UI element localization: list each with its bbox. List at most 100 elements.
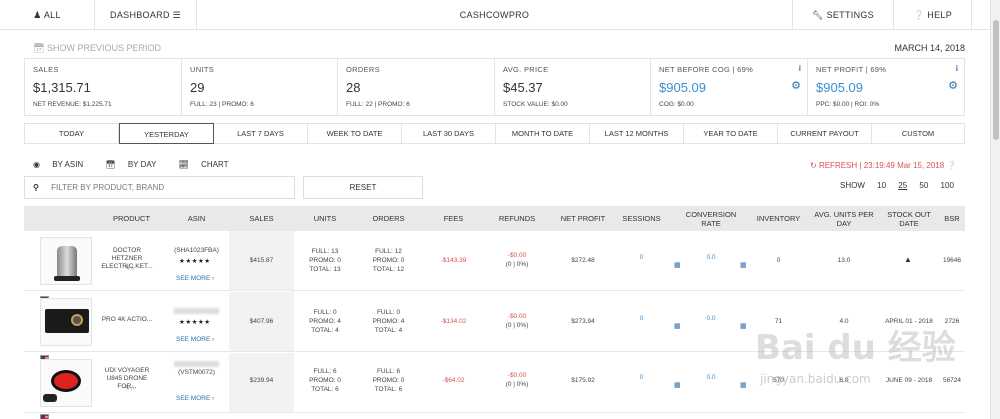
- question-circle-icon[interactable]: ❔: [946, 161, 956, 170]
- tab-last-30-days[interactable]: LAST 30 DAYS: [402, 124, 496, 143]
- metric-value: $905.09: [816, 80, 863, 95]
- top-nav-bar: ♟ ALL DASHBOARD ☰ CASHCOWPRO 🔧︎ SETTINGS…: [0, 0, 990, 30]
- help-button[interactable]: ❔ HELP: [894, 0, 972, 30]
- units-full: FULL: 0: [313, 309, 337, 316]
- product-image[interactable]: [40, 237, 92, 285]
- tab-week-to-date[interactable]: WEEK TO DATE: [308, 124, 402, 143]
- col-fees[interactable]: FEES: [421, 206, 486, 231]
- refunds-count: (0 | 0%): [505, 322, 529, 329]
- info-icon[interactable]: i: [799, 64, 801, 73]
- chart-label: CHART: [201, 160, 229, 169]
- show-previous-period-link[interactable]: 📅︎ SHOW PREVIOUS PERIOD: [33, 43, 161, 54]
- hamburger-icon: ☰: [172, 10, 181, 20]
- bsr-value: 19646: [942, 257, 962, 264]
- net-profit-value: $175.92: [571, 377, 595, 384]
- all-button[interactable]: ♟ ALL: [0, 0, 95, 30]
- vertical-scrollbar[interactable]: [990, 0, 1000, 419]
- settings-button[interactable]: 🔧︎ SETTINGS: [793, 0, 894, 30]
- calendar-icon: 📅︎: [33, 43, 45, 53]
- metric-value: $905.09: [659, 80, 706, 95]
- metric-label: NET BEFORE COG | 69%: [659, 65, 754, 74]
- tab-custom[interactable]: CUSTOM: [872, 124, 964, 143]
- sales-value: $407.96: [249, 318, 274, 325]
- col-avg-units[interactable]: AVG. UNITS PER DAY: [814, 206, 874, 231]
- page-size-100[interactable]: 100: [941, 181, 954, 190]
- orders-total: TOTAL: 4: [374, 327, 403, 334]
- metric-value: $45.37: [503, 80, 543, 95]
- product-image[interactable]: [40, 298, 92, 346]
- edit-star-icons[interactable]: ✎☆: [120, 265, 140, 273]
- net-profit-value: $273.94: [571, 318, 595, 325]
- filter-input[interactable]: ⚲ FILTER BY PRODUCT, BRAND: [24, 176, 295, 199]
- see-more-link[interactable]: SEE MORE ›: [176, 275, 214, 282]
- line-chart-icon: 📈︎: [178, 160, 189, 169]
- asin-redacted: [174, 308, 219, 314]
- units-promo: PROMO: 0: [309, 257, 341, 264]
- fees-value: -$134.02: [440, 318, 467, 325]
- refunds-count: (0 | 0%): [505, 381, 529, 388]
- units-total: TOTAL: 13: [309, 266, 341, 273]
- col-conversion-rate[interactable]: CONVERSION RATE: [676, 206, 746, 231]
- page-size-50[interactable]: 50: [919, 181, 928, 190]
- avg-units-value: 13.0: [837, 257, 851, 264]
- cogs-icon[interactable]: ⚙: [791, 79, 801, 92]
- see-more-link[interactable]: SEE MORE ›: [176, 336, 214, 343]
- col-stock-out-date[interactable]: STOCK OUT DATE: [879, 206, 939, 231]
- refunds-count: (0 | 0%): [505, 261, 529, 268]
- by-asin-option[interactable]: ◉ BY ASIN: [33, 160, 93, 169]
- cogs-icon[interactable]: ⚙: [948, 79, 958, 92]
- col-sales[interactable]: SALES: [229, 206, 294, 231]
- page-size-10[interactable]: 10: [877, 181, 886, 190]
- page-size-25[interactable]: 25: [898, 181, 907, 190]
- col-asin[interactable]: ASIN: [169, 206, 224, 231]
- reset-button[interactable]: RESET: [303, 176, 423, 199]
- calendar-icon[interactable]: ▦: [740, 381, 747, 389]
- edit-star-icons[interactable]: ✎☆: [120, 385, 140, 393]
- kettle-shape: [57, 246, 77, 278]
- conversion-value: 0.0: [706, 254, 716, 261]
- see-more-link[interactable]: SEE MORE ›: [176, 395, 214, 402]
- product-name[interactable]: PRO 4K ACTIO...: [97, 316, 157, 324]
- tab-month-to-date[interactable]: MONTH TO DATE: [496, 124, 590, 143]
- tab-current-payout[interactable]: CURRENT PAYOUT: [778, 124, 872, 143]
- col-bsr[interactable]: BSR: [939, 206, 965, 231]
- refresh-link[interactable]: ↻ REFRESH | 23:19:49 Mar 15, 2018 ❔: [810, 161, 956, 170]
- units-full: FULL: 6: [313, 368, 337, 375]
- col-inventory[interactable]: INVENTORY: [751, 206, 806, 231]
- asin-value: (VSTM0072): [178, 369, 215, 376]
- product-image[interactable]: [40, 359, 92, 407]
- dashboard-menu-button[interactable]: DASHBOARD ☰: [95, 0, 197, 30]
- by-day-label: BY DAY: [127, 160, 157, 169]
- col-sessions[interactable]: SESSIONS: [614, 206, 669, 231]
- metric-sub: STOCK VALUE: $0.00: [503, 101, 568, 108]
- tab-today[interactable]: TODAY: [25, 124, 119, 143]
- metric-label: AVG. PRICE: [503, 65, 549, 74]
- info-icon[interactable]: i: [956, 64, 958, 73]
- col-orders[interactable]: ORDERS: [356, 206, 421, 231]
- rating-stars: ★★★★★: [179, 258, 211, 265]
- calendar-icon[interactable]: ▦: [740, 322, 747, 330]
- by-asin-label: BY ASIN: [52, 160, 84, 169]
- units-total: TOTAL: 6: [311, 386, 339, 393]
- col-refunds[interactable]: REFUNDS: [486, 206, 548, 231]
- metric-units: UNITS 29 FULL: 23 | PROMO: 6: [182, 59, 338, 115]
- scrollbar-thumb[interactable]: [993, 20, 999, 140]
- watermark-url: jingyan.baidu.com: [760, 372, 871, 386]
- by-day-option[interactable]: 📅︎ BY DAY: [105, 160, 166, 169]
- metric-orders: ORDERS 28 FULL: 22 | PROMO: 6: [338, 59, 495, 115]
- col-units[interactable]: UNITS: [294, 206, 356, 231]
- tab-yesterday[interactable]: YESTERDAY: [119, 123, 214, 144]
- tab-last-12-months[interactable]: LAST 12 MONTHS: [590, 124, 684, 143]
- refunds-value: -$0.00: [507, 313, 527, 320]
- fees-value: -$64.02: [442, 377, 465, 384]
- col-net-profit[interactable]: NET PROFIT: [552, 206, 614, 231]
- table-row[interactable]: DOCTOR HETZNER ELECTRIC KET... ✎☆ (SHA10…: [24, 231, 965, 291]
- tab-year-to-date[interactable]: YEAR TO DATE: [684, 124, 778, 143]
- sales-value: $415.87: [249, 257, 274, 264]
- tab-last-7-days[interactable]: LAST 7 DAYS: [214, 124, 308, 143]
- refresh-icon: ↻: [810, 161, 817, 170]
- orders-total: TOTAL: 12: [372, 266, 405, 273]
- calendar-icon[interactable]: ▦: [740, 261, 747, 269]
- chart-option[interactable]: 📈︎ CHART: [179, 160, 239, 169]
- col-product[interactable]: PRODUCT: [104, 206, 159, 231]
